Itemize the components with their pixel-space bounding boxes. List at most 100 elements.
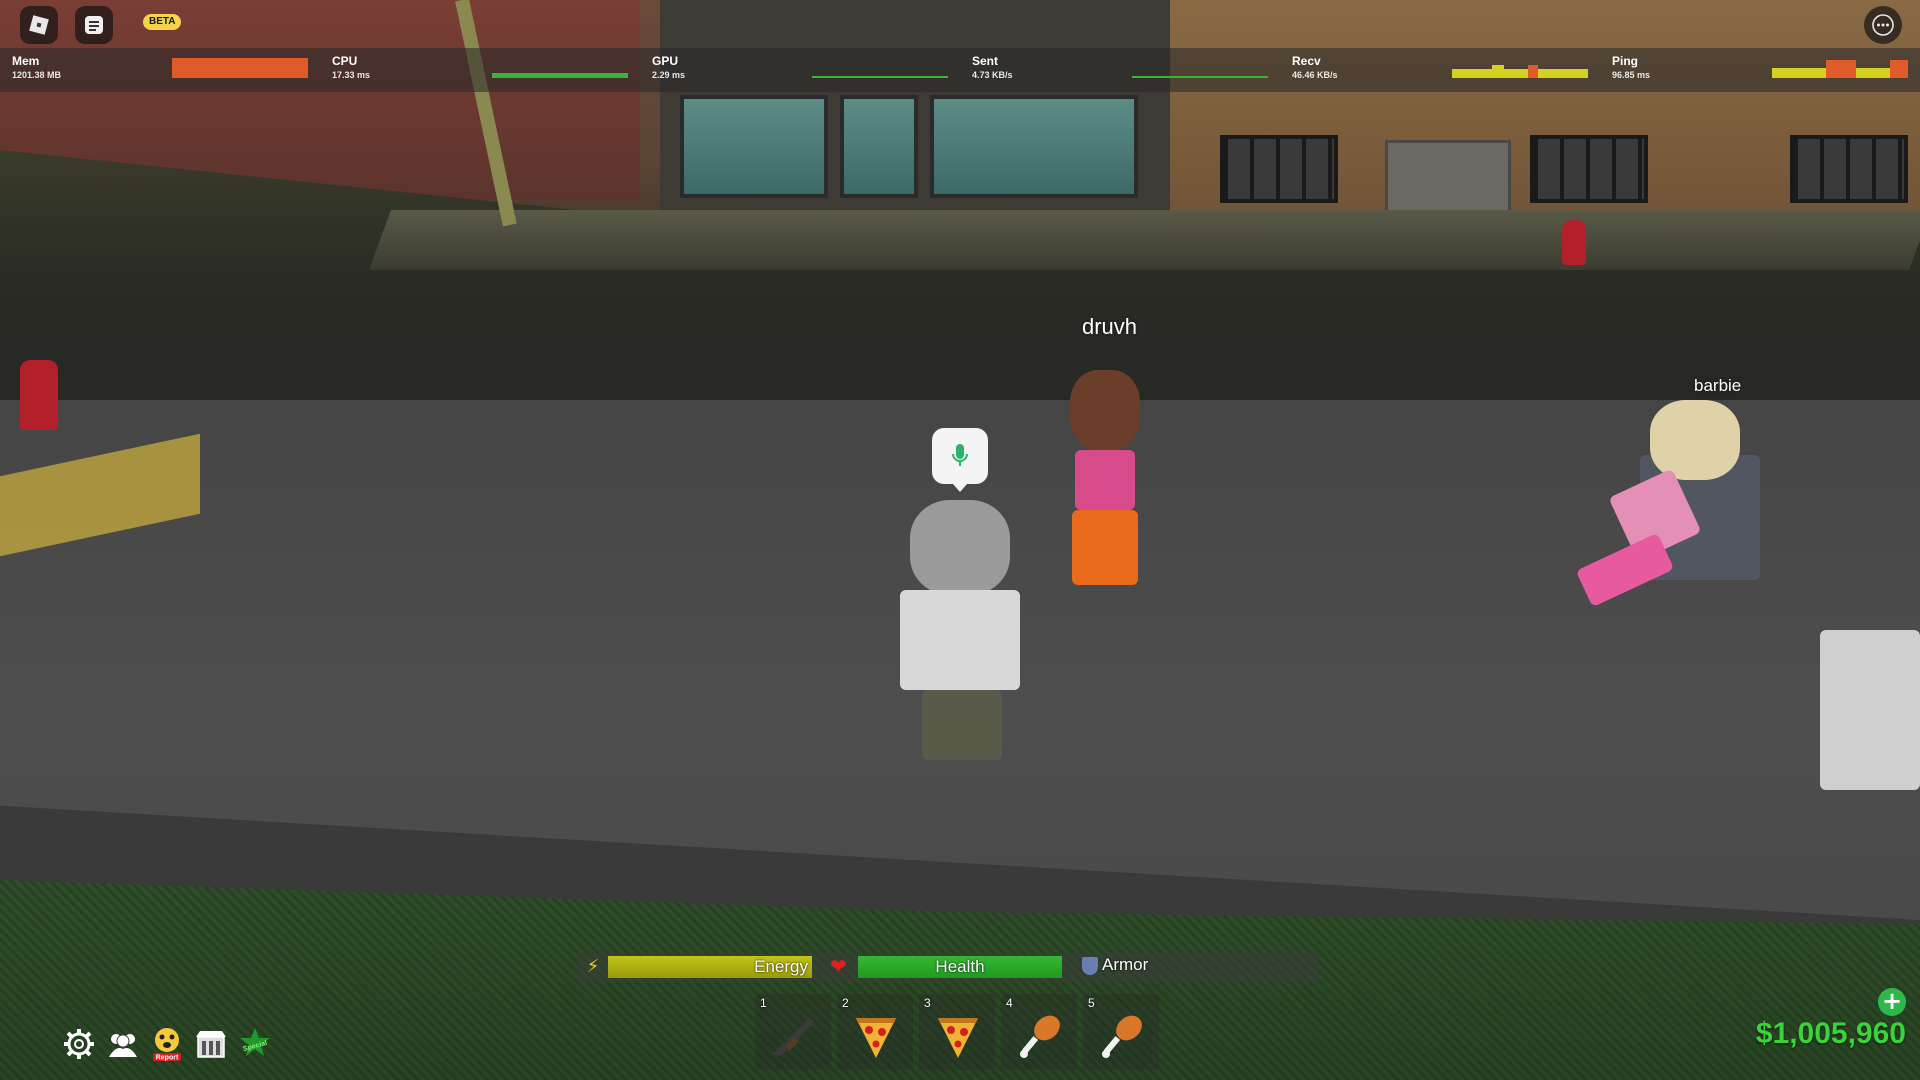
avatar-shirt <box>900 590 1020 690</box>
chat-button[interactable] <box>75 6 113 44</box>
chicken-leg-icon <box>1020 1015 1060 1058</box>
game-world[interactable]: druvh barbie <box>0 0 1920 1080</box>
building-window <box>1220 135 1338 203</box>
graph-spike <box>1890 60 1908 78</box>
hotbar-slot-4[interactable]: 4 <box>1001 994 1077 1070</box>
avatar-legs <box>1575 532 1675 608</box>
add-cash-button[interactable]: + <box>1878 988 1906 1016</box>
avatar-pants <box>922 690 1002 760</box>
stat-cpu[interactable]: CPU 17.33 ms <box>320 48 640 92</box>
player-avatar <box>900 500 1030 765</box>
stat-label: CPU <box>332 54 358 68</box>
stat-ping[interactable]: Ping 96.85 ms <box>1600 48 1920 92</box>
pizza-icon <box>938 1018 978 1058</box>
graph-fill <box>1452 69 1588 78</box>
avatar-pants <box>1072 510 1138 585</box>
more-icon <box>1872 14 1894 36</box>
player-nametag-druvh: druvh <box>1082 314 1138 339</box>
graph-spike <box>1492 65 1504 78</box>
avatar-body <box>1820 630 1920 790</box>
health-bar: Health <box>858 956 1062 978</box>
stat-value: 17.33 ms <box>332 70 371 80</box>
avatar-hair <box>1650 400 1740 480</box>
hotbar-slot-1[interactable]: 1 <box>755 994 831 1070</box>
stat-recv[interactable]: Recv 46.46 KB/s <box>1280 48 1600 92</box>
graph-fill <box>172 58 308 78</box>
graph-spike <box>1826 60 1856 78</box>
hotbar-slot-3[interactable]: 3 <box>919 994 995 1070</box>
stat-label: Ping <box>1612 54 1638 68</box>
shop-button[interactable] <box>192 1025 230 1063</box>
report-badge-text: Report <box>156 1055 179 1062</box>
plus-icon: + <box>1881 987 1903 1015</box>
armor-icon <box>1082 957 1098 975</box>
stat-label: GPU <box>652 54 679 68</box>
fire-hydrant <box>1562 220 1586 265</box>
lightning-icon: ⚡ <box>586 956 600 977</box>
rifle-icon <box>773 1018 815 1056</box>
stat-value: 96.85 ms <box>1612 70 1651 80</box>
stat-graph <box>492 56 628 78</box>
energy-bar: Energy <box>608 956 812 978</box>
stat-value: 4.73 KB/s <box>972 70 1013 80</box>
stat-graph <box>172 56 308 78</box>
armor-label: Armor <box>1102 955 1149 974</box>
friends-icon <box>109 1034 137 1057</box>
slot-number: 5 <box>1088 996 1095 1010</box>
player-nametag-barbie: barbie <box>1694 376 1742 395</box>
player-druvh[interactable] <box>1040 370 1170 610</box>
health-label: Health <box>935 957 985 976</box>
more-options-button[interactable] <box>1864 6 1902 44</box>
energy-label: Energy <box>754 957 808 976</box>
graph-fill <box>1132 76 1268 78</box>
stat-graph <box>1452 56 1588 78</box>
special-button[interactable]: Special <box>236 1025 274 1063</box>
graph-fill <box>812 76 948 78</box>
store-window <box>930 95 1138 198</box>
roblox-menu-button[interactable] <box>20 6 58 44</box>
report-icon: Report <box>153 1028 181 1062</box>
heart-icon: ❤ <box>830 954 847 978</box>
voice-chat-indicator[interactable] <box>932 428 988 492</box>
stat-value: 1201.38 MB <box>12 70 62 80</box>
hotbar: 1 2 3 4 5 <box>755 994 1159 1070</box>
stat-label: Recv <box>1292 54 1321 68</box>
building-window <box>1530 135 1648 203</box>
avatar-top <box>1075 450 1135 510</box>
avatar-hair <box>910 500 1010 595</box>
shop-icon <box>196 1031 226 1058</box>
graph-fill <box>492 73 628 78</box>
stat-value: 46.46 KB/s <box>1292 70 1338 80</box>
slot-number: 2 <box>842 996 849 1010</box>
top-bar: BETA <box>0 0 1920 46</box>
hotbar-slot-2[interactable]: 2 <box>837 994 913 1070</box>
report-button[interactable]: Report <box>148 1025 186 1063</box>
stat-sent[interactable]: Sent 4.73 KB/s <box>960 48 1280 92</box>
player-barbie[interactable] <box>1570 400 1770 620</box>
slot-number: 3 <box>924 996 931 1010</box>
store-door <box>840 95 918 198</box>
stat-gpu[interactable]: GPU 2.29 ms <box>640 48 960 92</box>
special-icon: Special <box>240 1028 270 1056</box>
slot-number: 1 <box>760 996 767 1010</box>
chicken-leg-icon <box>1102 1015 1142 1058</box>
graph-spike <box>1528 65 1538 78</box>
pizza-icon <box>856 1018 896 1058</box>
stat-graph <box>812 56 948 78</box>
performance-stats-bar: Mem 1201.38 MB CPU 17.33 ms GPU 2.29 ms … <box>0 48 1920 92</box>
hotbar-slot-5[interactable]: 5 <box>1083 994 1159 1070</box>
friends-button[interactable] <box>104 1025 142 1063</box>
chat-icon <box>85 16 103 34</box>
settings-gear-icon <box>64 1029 94 1059</box>
stat-label: Mem <box>12 54 40 68</box>
player-partial[interactable] <box>1790 570 1920 790</box>
settings-button[interactable] <box>60 1025 98 1063</box>
stat-graph <box>1772 56 1908 78</box>
store-window <box>680 95 828 198</box>
fire-hydrant <box>20 360 58 430</box>
status-bars: ⚡ Energy ❤ Health Armor <box>578 953 1318 981</box>
microphone-icon <box>952 444 968 466</box>
stat-value: 2.29 ms <box>652 70 686 80</box>
stat-mem[interactable]: Mem 1201.38 MB <box>0 48 320 92</box>
stat-label: Sent <box>972 54 999 68</box>
